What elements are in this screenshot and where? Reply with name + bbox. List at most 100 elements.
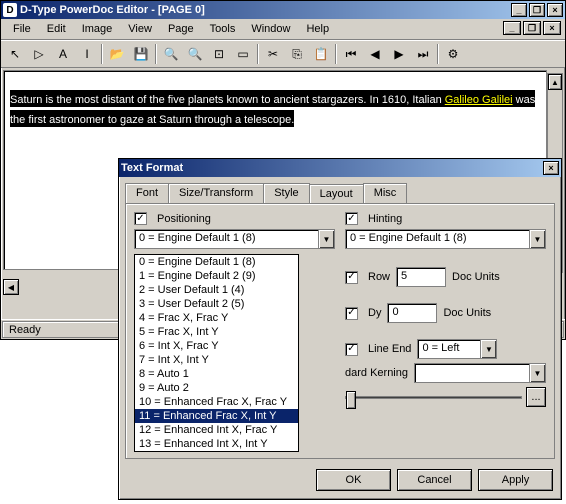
close-button[interactable]: × <box>547 3 563 17</box>
hinting-value: 0 = Engine Default 1 (8) <box>346 230 529 248</box>
tab-font[interactable]: Font <box>125 183 169 203</box>
galileo-link[interactable]: Galileo Galilei <box>445 94 513 106</box>
lineend-label: Line End <box>368 343 411 355</box>
positioning-option[interactable]: 2 = User Default 1 (4) <box>135 283 298 297</box>
row-units: Doc Units <box>452 271 500 283</box>
main-titlebar: D D-Type PowerDoc Editor - [PAGE 0] _ ❐ … <box>1 1 565 19</box>
dialog-titlebar: Text Format × <box>119 159 561 177</box>
pointer-icon[interactable]: ▷ <box>28 43 50 65</box>
arrow-icon[interactable]: ↖ <box>4 43 26 65</box>
scroll-up-icon[interactable]: ▲ <box>548 74 562 90</box>
menu-image[interactable]: Image <box>74 21 121 37</box>
toolbar: ↖ ▷ A I 📂 💾 🔍 🔍 ⊡ ▭ ✂ ⎘ 📋 ⏮ ◀ ▶ ⏭ ⚙ <box>1 40 565 68</box>
tab-style[interactable]: Style <box>263 183 309 203</box>
dy-input[interactable]: 0 <box>387 303 437 323</box>
chevron-down-icon[interactable]: ▼ <box>529 364 545 382</box>
fit-icon[interactable]: ⊡ <box>208 43 230 65</box>
save-icon[interactable]: 💾 <box>130 43 152 65</box>
menu-tools[interactable]: Tools <box>202 21 244 37</box>
positioning-option[interactable]: 5 = Frac X, Int Y <box>135 325 298 339</box>
maximize-button[interactable]: ❐ <box>529 3 545 17</box>
row-checkbox[interactable] <box>345 271 358 284</box>
ellipsis-button[interactable]: ... <box>526 387 546 407</box>
positioning-combo[interactable]: 0 = Engine Default 1 (8) ▼ <box>134 229 335 249</box>
chevron-down-icon[interactable]: ▼ <box>480 340 496 358</box>
dialog-title: Text Format <box>121 162 183 174</box>
positioning-value: 0 = Engine Default 1 (8) <box>135 230 318 248</box>
prev-icon[interactable]: ◀ <box>364 43 386 65</box>
menu-help[interactable]: Help <box>298 21 337 37</box>
positioning-option[interactable]: 9 = Auto 2 <box>135 381 298 395</box>
apply-button[interactable]: Apply <box>478 469 553 491</box>
hinting-checkbox[interactable] <box>345 212 358 225</box>
next-icon[interactable]: ▶ <box>388 43 410 65</box>
hinting-label: Hinting <box>368 213 402 225</box>
tab-size-transform[interactable]: Size/Transform <box>168 183 264 203</box>
kerning-combo[interactable]: ▼ <box>414 363 546 383</box>
scroll-left-icon[interactable]: ◀ <box>3 279 19 295</box>
slider-thumb[interactable] <box>346 391 356 409</box>
app-icon: D <box>3 3 17 17</box>
cut-icon[interactable]: ✂ <box>262 43 284 65</box>
positioning-option[interactable]: 11 = Enhanced Frac X, Int Y <box>135 409 298 423</box>
positioning-option[interactable]: 0 = Engine Default 1 (8) <box>135 255 298 269</box>
positioning-option[interactable]: 4 = Frac X, Frac Y <box>135 311 298 325</box>
positioning-option[interactable]: 13 = Enhanced Int X, Int Y <box>135 437 298 451</box>
positioning-option[interactable]: 10 = Enhanced Frac X, Frac Y <box>135 395 298 409</box>
chevron-down-icon[interactable]: ▼ <box>318 230 334 248</box>
zoom-in-icon[interactable]: 🔍 <box>160 43 182 65</box>
open-icon[interactable]: 📂 <box>106 43 128 65</box>
tab-misc[interactable]: Misc <box>363 183 408 203</box>
page-icon[interactable]: ▭ <box>232 43 254 65</box>
tab-layout[interactable]: Layout <box>309 184 364 204</box>
lineend-value: 0 = Left <box>418 340 480 358</box>
ibeam-icon[interactable]: I <box>76 43 98 65</box>
last-icon[interactable]: ⏭ <box>412 43 434 65</box>
positioning-option[interactable]: 8 = Auto 1 <box>135 367 298 381</box>
layout-panel: Positioning 0 = Engine Default 1 (8) ▼ 0… <box>125 203 555 459</box>
zoom-out-icon[interactable]: 🔍 <box>184 43 206 65</box>
cancel-button[interactable]: Cancel <box>397 469 472 491</box>
lineend-combo[interactable]: 0 = Left ▼ <box>417 339 497 359</box>
positioning-checkbox[interactable] <box>134 212 147 225</box>
lineend-checkbox[interactable] <box>345 343 358 356</box>
menu-edit[interactable]: Edit <box>39 21 74 37</box>
positioning-option[interactable]: 7 = Int X, Int Y <box>135 353 298 367</box>
menu-window[interactable]: Window <box>243 21 298 37</box>
kerning-label: dard Kerning <box>345 367 408 379</box>
dialog-close-button[interactable]: × <box>543 161 559 175</box>
text-format-dialog: Text Format × Font Size/Transform Style … <box>118 158 562 500</box>
row-input[interactable]: 5 <box>396 267 446 287</box>
ok-button[interactable]: OK <box>316 469 391 491</box>
settings-icon[interactable]: ⚙ <box>442 43 464 65</box>
positioning-option[interactable]: 12 = Enhanced Int X, Frac Y <box>135 423 298 437</box>
menu-file[interactable]: File <box>5 21 39 37</box>
dy-label: Dy <box>368 307 381 319</box>
kerning-slider[interactable] <box>345 396 522 399</box>
first-icon[interactable]: ⏮ <box>340 43 362 65</box>
positioning-dropdown[interactable]: 0 = Engine Default 1 (8)1 = Engine Defau… <box>134 254 299 452</box>
window-title: D-Type PowerDoc Editor - [PAGE 0] <box>20 4 205 16</box>
mdi-minimize-button[interactable]: _ <box>503 21 521 35</box>
minimize-button[interactable]: _ <box>511 3 527 17</box>
tab-strip: Font Size/Transform Style Layout Misc <box>125 183 555 203</box>
kerning-value <box>415 364 529 382</box>
menu-page[interactable]: Page <box>160 21 202 37</box>
selected-text[interactable]: Saturn is the most distant of the five p… <box>10 90 535 127</box>
menu-view[interactable]: View <box>120 21 160 37</box>
dialog-button-row: OK Cancel Apply <box>119 465 561 495</box>
dy-units: Doc Units <box>443 307 491 319</box>
paste-icon[interactable]: 📋 <box>310 43 332 65</box>
positioning-option[interactable]: 6 = Int X, Frac Y <box>135 339 298 353</box>
positioning-option[interactable]: 1 = Engine Default 2 (9) <box>135 269 298 283</box>
mdi-close-button[interactable]: × <box>543 21 561 35</box>
hinting-combo[interactable]: 0 = Engine Default 1 (8) ▼ <box>345 229 546 249</box>
positioning-label: Positioning <box>157 213 211 225</box>
row-label: Row <box>368 271 390 283</box>
chevron-down-icon[interactable]: ▼ <box>529 230 545 248</box>
positioning-option[interactable]: 3 = User Default 2 (5) <box>135 297 298 311</box>
dy-checkbox[interactable] <box>345 307 358 320</box>
text-tool-icon[interactable]: A <box>52 43 74 65</box>
mdi-maximize-button[interactable]: ❐ <box>523 21 541 35</box>
copy-icon[interactable]: ⎘ <box>286 43 308 65</box>
